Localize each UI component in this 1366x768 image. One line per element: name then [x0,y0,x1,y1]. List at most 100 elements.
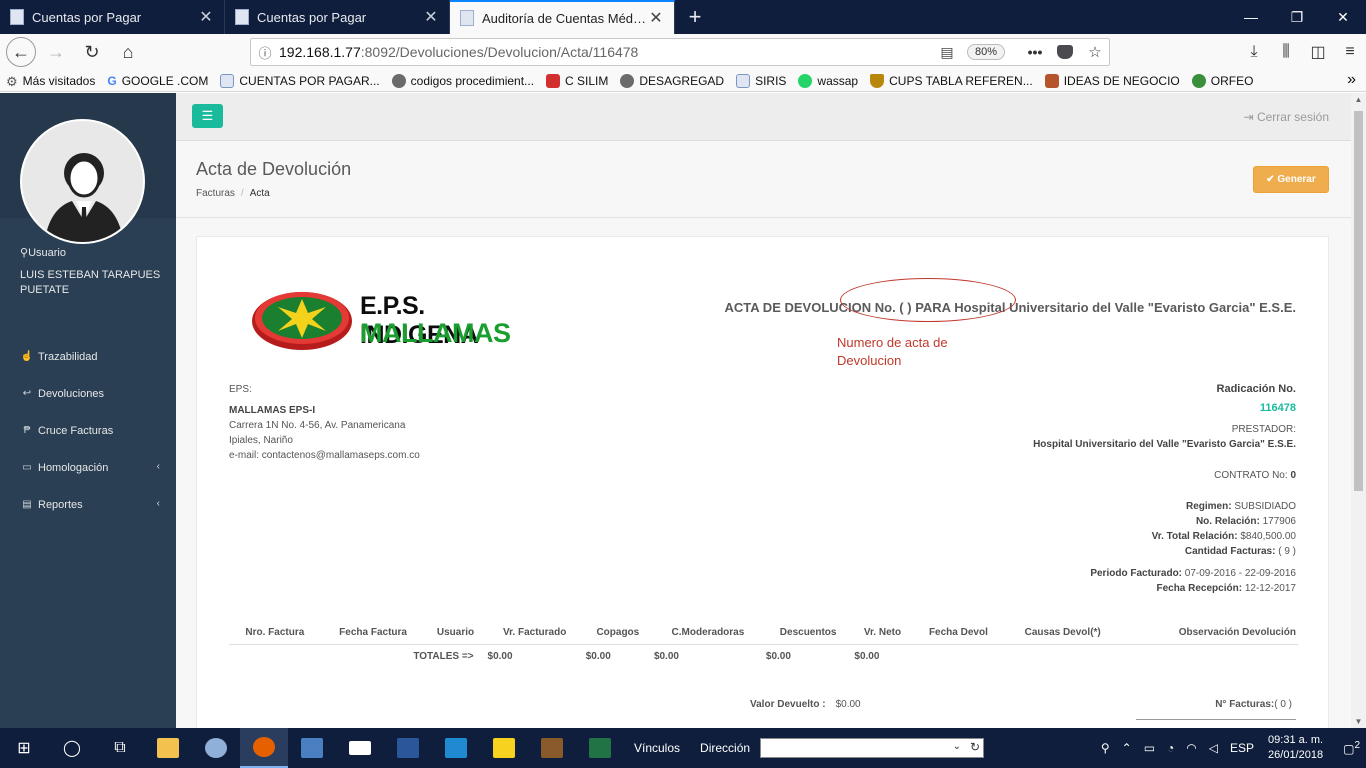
battery-icon[interactable]: ▭ [1144,741,1155,755]
bookmark-item[interactable]: ORFEO [1186,73,1260,88]
network-icon[interactable]: ◔ [1167,741,1174,755]
zoom-indicator[interactable]: 80% [966,44,1005,60]
bookmark-item[interactable]: DESAGREGAD [614,73,730,88]
breadcrumb-acta: Acta [249,188,270,199]
bookmark-item[interactable]: ⚙ Más visitados [0,74,101,89]
downloads-icon[interactable]: ⤓ [1238,43,1270,61]
sidebar: ⚲Usuario LUIS ESTEBAN TARAPUES PUETATE ☝… [0,93,176,728]
user-name: LUIS ESTEBAN TARAPUES PUETATE [20,269,161,296]
firefox-icon[interactable] [240,728,288,768]
browser-nav-bar: ← → ↻ ⌂ ⓘ 192.168.1.77:8092/Devoluciones… [0,34,1366,70]
page-icon [235,9,249,25]
page-actions-icon[interactable]: ••• [1021,44,1049,60]
logo-line2: MALLAMAS [360,318,511,348]
logout-link[interactable]: ⇥ Cerrar sesión [1244,110,1329,124]
main-content: ☰ ⇥ Cerrar sesión Acta de Devolución Fac… [176,93,1351,736]
volume-icon[interactable]: ◁ [1209,741,1218,755]
sticky-notes-icon[interactable] [480,728,528,768]
people-icon[interactable]: ⚲ [1101,741,1110,755]
info-icon[interactable]: ⓘ [251,43,279,62]
bookmark-item[interactable]: C SILIM [540,73,614,88]
mail-icon[interactable] [336,728,384,768]
scroll-thumb[interactable] [1354,111,1363,491]
reader-view-icon[interactable]: ▤ [933,44,961,61]
sidebar-item-homologacion[interactable]: ▭ Homologación ‹ [0,449,176,486]
word-icon[interactable] [384,728,432,768]
url-bar[interactable]: ⓘ 192.168.1.77:8092/Devoluciones/Devoluc… [250,38,1110,66]
sidebar-item-trazabilidad[interactable]: ☝ Trazabilidad [0,338,176,375]
totals-label: TOTALES => [413,650,474,662]
search-icon[interactable]: ◯ [48,728,96,768]
totals-row: TOTALES => $0.00 $0.00 $0.00 $0.00 $0.00 [229,644,1298,668]
page-scrollbar[interactable]: ▲ ▼ [1351,93,1366,728]
close-icon[interactable]: ✕ [198,7,214,27]
total-descuentos: $0.00 [765,650,791,662]
bookmark-item[interactable]: IDEAS DE NEGOCIO [1039,73,1186,88]
browser-tab-1[interactable]: Cuentas por Pagar ✕ [0,0,225,34]
globe-icon [620,73,635,88]
bookmark-item[interactable]: codigos procedimient... [386,73,540,88]
chevron-up-icon[interactable]: ⌃ [1122,741,1132,755]
paint-icon[interactable] [192,728,240,768]
sidebar-toggle-icon[interactable]: ◫ [1302,42,1334,62]
new-tab-button[interactable]: + [675,0,715,34]
close-icon[interactable]: ✕ [423,7,439,27]
notifications-icon[interactable]: ▢2 [1343,740,1360,756]
sidebar-item-devoluciones[interactable]: ↩ Devoluciones [0,375,176,412]
chevron-left-icon: ‹ [156,461,160,472]
chevron-down-icon[interactable]: ⌄ [953,741,961,752]
library-icon[interactable]: ⫼ [1270,43,1302,61]
excel-icon[interactable] [576,728,624,768]
remote-desktop-icon[interactable] [288,728,336,768]
bookmark-item[interactable]: CUENTAS POR PAGAR... [214,73,385,88]
address-input[interactable]: ⌄ ↻ [760,738,985,758]
back-button[interactable]: ← [6,37,36,67]
scroll-down-icon[interactable]: ▼ [1351,717,1366,726]
more-bookmarks-icon[interactable]: » [1347,71,1356,89]
user-caption: ⚲Usuario [20,247,66,259]
sidebar-item-cruce-facturas[interactable]: ₱ Cruce Facturas [0,412,176,449]
sidebar-item-reportes[interactable]: ▤ Reportes ‹ [0,486,176,523]
vscode-icon[interactable] [432,728,480,768]
radicacion-info: Radicación No. 116478 PRESTADOR: Hospita… [846,382,1296,596]
bookmark-item[interactable]: CUPS TABLA REFEREN... [864,73,1039,88]
restore-icon[interactable]: ❐ [1274,0,1320,34]
wifi-icon[interactable]: ◠ [1186,741,1196,755]
menu-icon[interactable]: ≡ [1334,43,1366,61]
windows-start-icon[interactable]: ⊞ [0,728,48,768]
go-icon[interactable]: ↻ [970,740,980,754]
annotation-text: Numero de acta de Devolucion [837,335,948,368]
minimize-icon[interactable]: — [1228,0,1274,34]
scroll-up-icon[interactable]: ▲ [1351,95,1366,104]
task-view-icon[interactable]: ⧉ [96,728,144,768]
forward-button[interactable]: → [40,36,72,68]
bookmarks-bar: ⚙ Más visitados G GOOGLE .COM CUENTAS POR … [0,70,1366,92]
pocket-icon[interactable] [1057,45,1073,59]
sidebar-menu: ☝ Trazabilidad ↩ Devoluciones ₱ Cruce Factu… [0,338,176,523]
menu-toggle-button[interactable]: ☰ [192,104,223,128]
close-window-icon[interactable]: ✕ [1320,0,1366,34]
annotation-oval [840,278,1016,322]
bookmark-star-icon[interactable]: ☆ [1081,43,1109,61]
total-moderadoras: $0.00 [653,650,679,662]
generate-button[interactable]: ✔ Generar [1253,166,1329,193]
archive-icon[interactable] [528,728,576,768]
page-icon [736,73,751,88]
bookmark-item[interactable]: SIRIS [730,73,792,88]
close-icon[interactable]: ✕ [648,8,664,28]
home-button[interactable]: ⌂ [112,36,144,68]
page-icon [220,73,235,88]
browser-tab-2[interactable]: Cuentas por Pagar ✕ [225,0,450,34]
reload-button[interactable]: ↻ [76,36,108,68]
clock[interactable]: 09:31 a. m. 26/01/2018 [1268,733,1323,763]
breadcrumb-facturas[interactable]: Facturas [196,188,235,199]
col-descuentos: Descuentos [763,622,853,645]
bookmark-item[interactable]: G GOOGLE .COM [101,74,214,88]
globe-icon [391,73,406,88]
google-icon: G [107,73,117,88]
browser-tab-3[interactable]: Auditoría de Cuentas Médicas ✕ [450,0,675,34]
vinculos-toolbar[interactable]: Vínculos [634,741,680,755]
bookmark-item[interactable]: wassap [792,73,864,88]
file-explorer-icon[interactable] [144,728,192,768]
language-indicator[interactable]: ESP [1230,741,1254,755]
